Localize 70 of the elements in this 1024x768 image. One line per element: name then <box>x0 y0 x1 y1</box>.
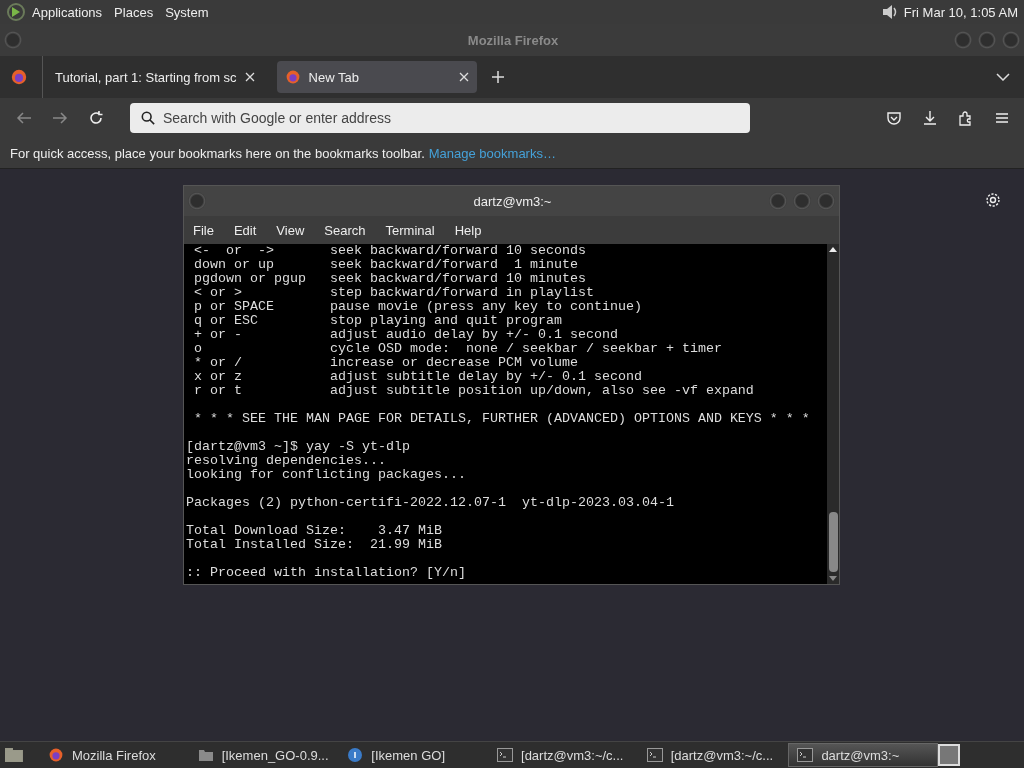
taskbar-button[interactable]: Mozilla Firefox <box>39 743 190 767</box>
forward-icon[interactable] <box>52 110 68 126</box>
browser-tab[interactable]: New Tab <box>276 61 477 93</box>
manage-bookmarks-link[interactable]: Manage bookmarks… <box>428 145 556 161</box>
panel-menu[interactable]: Places <box>114 4 154 20</box>
app-icon <box>347 747 364 763</box>
panel-menu[interactable]: System <box>165 4 209 20</box>
terminal-line: p or SPACE pause movie (press any key to continue) <box>193 300 643 314</box>
pocket-icon[interactable] <box>886 110 902 126</box>
terminal-line: <- or -> seek backward/forward 10 seconds <box>193 244 587 258</box>
scrollbar-thumb[interactable] <box>828 512 838 572</box>
puzzle-piece-icon[interactable] <box>958 110 974 126</box>
scrollbar[interactable] <box>827 244 839 584</box>
terminal-line: * * * SEE THE MAN PAGE FOR DETAILS, FURTHER (ADVANCED) OPTIONS AND KEYS * * * <box>193 412 811 426</box>
logo-icon[interactable] <box>6 2 26 22</box>
scroll-up-arrow-icon[interactable] <box>829 247 837 252</box>
taskbar-button[interactable]: [dartz@vm3:~/c... <box>489 743 639 767</box>
firefox-icon <box>284 69 301 85</box>
terminal-line: x or z adjust subtitle delay by +/- 0.1 second <box>193 370 643 384</box>
terminal-line: pgdown or pgup seek backward/forward 10 minutes <box>193 272 587 286</box>
firefox-icon[interactable] <box>10 68 28 86</box>
new-tab-icon[interactable] <box>490 70 505 84</box>
browser-tab[interactable]: Tutorial, part 1: Starting from sc <box>53 61 263 93</box>
menu-item[interactable]: Terminal <box>385 222 435 238</box>
menu-item[interactable]: Help <box>454 222 482 238</box>
close-icon[interactable] <box>244 72 255 82</box>
terminal-line: resolving dependencies... <box>186 454 387 468</box>
address-bar[interactable]: Search with Google or enter address <box>130 103 750 133</box>
terminal-line: Total Download Size: 3.47 MiB <box>186 524 443 538</box>
terminal-line: [dartz@vm3 ~]$ yay -S yt-dlp <box>186 440 411 454</box>
bookmarks-hint: For quick access, place your bookmarks here on the bookmarks toolbar. <box>10 145 425 161</box>
taskbar-button[interactable]: [dartz@vm3:~/c... <box>638 743 789 767</box>
terminal-icon <box>797 748 814 762</box>
download-icon[interactable] <box>922 110 938 126</box>
taskbar-button[interactable]: [Ikemen GO] <box>339 743 489 767</box>
taskbar-button[interactable]: dartz@vm3:~ <box>788 743 939 767</box>
terminal-icon <box>497 748 513 762</box>
terminal-line: Total Installed Size: 21.99 MiB <box>186 538 443 552</box>
terminal-line: Packages (2) python-certifi-2022.12.07-1 yt-dlp-2023.03.04-1 <box>186 496 675 510</box>
terminal-line: :: Proceed with installation? [Y/n] <box>186 566 467 580</box>
folder-icon <box>197 748 214 762</box>
firefox-icon <box>47 747 64 763</box>
terminal-line: down or up seek backward/forward 1 minute <box>193 258 579 272</box>
terminal-line: q or ESC stop playing and quit program <box>193 314 563 328</box>
settings-icon[interactable] <box>985 192 1001 208</box>
search-icon <box>141 111 155 125</box>
menu-icon[interactable] <box>994 110 1010 126</box>
back-icon[interactable] <box>16 110 32 126</box>
terminal-line: o cycle OSD mode: none / seekbar / seekbar + timer <box>193 342 723 356</box>
terminal-line: looking for conflicting packages... <box>186 468 467 482</box>
clock[interactable]: Fri Mar 10, 1:05 AM <box>903 4 1018 20</box>
workspace-switcher[interactable] <box>938 744 961 766</box>
terminal-line: < or > step backward/forward in playlist <box>193 286 595 300</box>
terminal-line: r or t adjust subtitle position up/down, also see -vf expand <box>193 384 755 398</box>
terminal-line: * or / increase or decrease PCM volume <box>193 356 579 370</box>
taskbar-button[interactable]: [Ikemen_GO-0.9... <box>189 743 340 767</box>
menu-item[interactable]: View <box>276 222 305 238</box>
terminal-line: + or - adjust audio delay by +/- 0.1 second <box>193 328 619 342</box>
window-title: Mozilla Firefox <box>466 32 560 48</box>
menu-item[interactable]: Edit <box>233 222 257 238</box>
reload-icon[interactable] <box>88 110 104 126</box>
chevron-down-icon[interactable] <box>996 73 1010 81</box>
scroll-down-arrow-icon[interactable] <box>829 576 837 581</box>
window-title: dartz@vm3:~ <box>472 193 553 209</box>
panel-menu[interactable]: Applications <box>32 4 103 20</box>
close-icon[interactable] <box>458 72 469 82</box>
menu-item[interactable]: File <box>193 222 214 238</box>
terminal-icon <box>646 748 663 762</box>
menu-item[interactable]: Search <box>324 222 366 238</box>
desktop-icon[interactable] <box>4 747 24 763</box>
